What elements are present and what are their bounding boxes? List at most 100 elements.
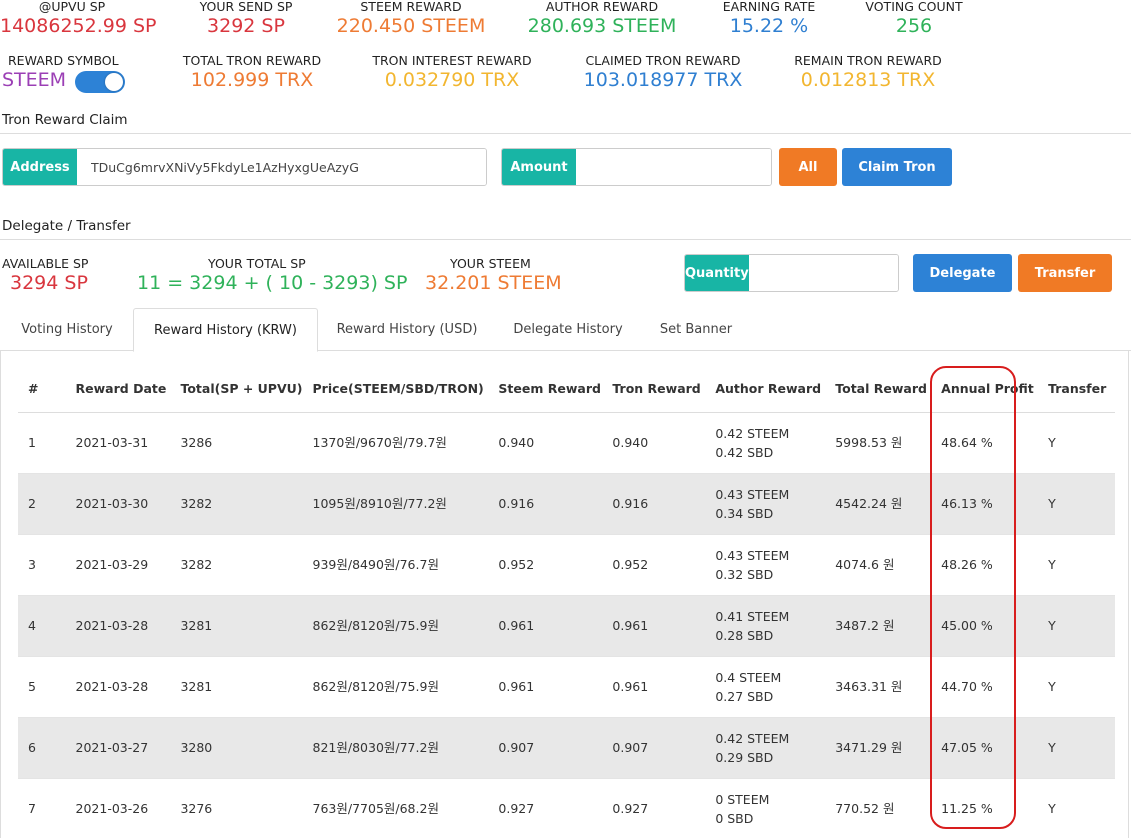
cell-n: 5 <box>18 656 66 718</box>
cell-transfer: Y <box>1038 412 1115 474</box>
stat-label: REWARD SYMBOL <box>8 53 119 68</box>
stat-label: CLAIMED TRON REWARD <box>585 53 741 68</box>
toggle-knob <box>105 72 124 91</box>
author-steem: 0.43 STEEM <box>715 547 790 563</box>
cell-tron: 0.940 <box>602 412 706 474</box>
cell-total: 3281 <box>170 595 303 657</box>
stat-total-tron-reward: TOTAL TRON REWARD 102.999 TRX <box>172 54 332 92</box>
transfer-button[interactable]: Transfer <box>1018 254 1112 292</box>
stat-label: VOTING COUNT <box>865 0 963 14</box>
tab-set-banner[interactable]: Set Banner <box>646 308 746 351</box>
stat-author-reward: AUTHOR REWARD 280.693 STEEM <box>524 0 680 38</box>
stat-label: EARNING RATE <box>722 0 816 14</box>
quantity-input-group: Quantity <box>684 254 899 292</box>
cell-total-reward: 770.52 원 <box>825 778 932 838</box>
amount-input[interactable] <box>576 149 771 185</box>
stat-value: 0.012813 TRX <box>800 69 936 91</box>
all-button[interactable]: All <box>779 148 837 186</box>
cell-author: 0.42 STEEM 0.42 SBD <box>705 412 826 474</box>
col-header: Tron Reward <box>602 366 706 413</box>
col-header: Reward Date <box>65 366 171 413</box>
col-header: # <box>18 366 66 413</box>
cell-author: 0.43 STEEM 0.32 SBD <box>705 534 826 596</box>
claim-tron-button[interactable]: Claim Tron <box>842 148 952 186</box>
cell-steem: 0.916 <box>488 473 603 535</box>
table-row: 5 2021-03-28 3281 862원/8120원/75.9원 0.961 0.96… <box>18 656 1115 718</box>
reward-symbol-toggle[interactable] <box>75 70 126 93</box>
cell-tron: 0.961 <box>602 656 706 718</box>
cell-author: 0.42 STEEM 0.29 SBD <box>705 717 826 779</box>
tab-voting-history[interactable]: Voting History <box>2 308 132 351</box>
cell-annual: 45.00 % <box>931 595 1039 657</box>
cell-total: 3281 <box>170 656 303 718</box>
cell-author: 0.43 STEEM 0.34 SBD <box>705 473 826 535</box>
table-row: 4 2021-03-28 3281 862원/8120원/75.9원 0.961 0.96… <box>18 595 1115 657</box>
stat-label: YOUR SEND SP <box>199 0 293 14</box>
author-sbd: 0.28 SBD <box>715 627 774 643</box>
stat-tron-interest-reward: TRON INTEREST REWARD 0.032790 TRX <box>364 54 540 92</box>
cell-n: 2 <box>18 473 66 535</box>
cell-price: 821원/8030원/77.2원 <box>302 717 489 779</box>
cell-tron: 0.907 <box>602 717 706 779</box>
stat-label: STEEM REWARD <box>360 0 462 14</box>
cell-date: 2021-03-28 <box>65 656 171 718</box>
cell-n: 1 <box>18 412 66 474</box>
tab-reward-history-krw[interactable]: Reward History (KRW) <box>133 308 318 352</box>
author-steem: 0.43 STEEM <box>715 486 790 502</box>
amount-label: Amount <box>502 149 576 185</box>
author-sbd: 0 SBD <box>715 810 754 826</box>
cell-steem: 0.907 <box>488 717 603 779</box>
cell-annual: 47.05 % <box>931 717 1039 779</box>
divider <box>0 239 1131 240</box>
stat-earning-rate: EARNING RATE 15.22 % <box>712 0 826 38</box>
amount-input-group: Amount <box>501 148 772 186</box>
quantity-input[interactable] <box>748 255 898 291</box>
stat-value: 3292 SP <box>207 15 285 37</box>
table-header-row: # Reward Date Total(SP + UPVU) Price(STE… <box>18 366 1115 413</box>
stat-value: 256 <box>895 15 933 37</box>
table-row: 6 2021-03-27 3280 821원/8030원/77.2원 0.907 0.90… <box>18 717 1115 779</box>
tab-reward-history-usd[interactable]: Reward History (USD) <box>322 308 492 351</box>
col-header: Price(STEEM/SBD/TRON) <box>302 366 489 413</box>
cell-annual: 48.26 % <box>931 534 1039 596</box>
cell-author: 0.41 STEEM 0.28 SBD <box>705 595 826 657</box>
cell-tron: 0.916 <box>602 473 706 535</box>
author-sbd: 0.34 SBD <box>715 505 774 521</box>
author-sbd: 0.42 SBD <box>715 444 774 460</box>
stat-value: 14086252.99 SP <box>0 15 157 37</box>
cell-total-reward: 4074.6 원 <box>825 534 932 596</box>
stat-reward-symbol: REWARD SYMBOL STEEM <box>2 54 136 93</box>
author-sbd: 0.29 SBD <box>715 749 774 765</box>
author-steem: 0.41 STEEM <box>715 608 790 624</box>
your-steem-label: YOUR STEEM <box>450 256 531 271</box>
reward-symbol-value: STEEM <box>2 69 67 91</box>
author-steem: 0 STEEM <box>715 791 770 807</box>
cell-annual: 44.70 % <box>931 656 1039 718</box>
history-tabs: Voting History Reward History (KRW) Rewa… <box>0 308 1131 352</box>
cell-transfer: Y <box>1038 717 1115 779</box>
cell-transfer: Y <box>1038 595 1115 657</box>
stat-claimed-tron-reward: CLAIMED TRON REWARD 103.018977 TRX <box>574 54 752 92</box>
cell-total: 3282 <box>170 473 303 535</box>
cell-price: 862원/8120원/75.9원 <box>302 595 489 657</box>
cell-transfer: Y <box>1038 656 1115 718</box>
cell-annual: 48.64 % <box>931 412 1039 474</box>
delegate-button[interactable]: Delegate <box>913 254 1012 292</box>
stat-label: AUTHOR REWARD <box>545 0 659 14</box>
cell-total-reward: 3471.29 원 <box>825 717 932 779</box>
cell-total: 3282 <box>170 534 303 596</box>
col-header: Total Reward <box>825 366 932 413</box>
cell-steem: 0.940 <box>488 412 603 474</box>
cell-total-reward: 3487.2 원 <box>825 595 932 657</box>
cell-total: 3276 <box>170 778 303 838</box>
address-input[interactable] <box>77 149 486 185</box>
cell-steem: 0.961 <box>488 656 603 718</box>
cell-transfer: Y <box>1038 534 1115 596</box>
cell-n: 3 <box>18 534 66 596</box>
stat-voting-count: VOTING COUNT 256 <box>856 0 972 38</box>
tab-delegate-history[interactable]: Delegate History <box>498 308 638 351</box>
cell-tron: 0.961 <box>602 595 706 657</box>
col-header: Total(SP + UPVU) <box>170 366 303 413</box>
stat-value: 103.018977 TRX <box>583 69 743 91</box>
author-sbd: 0.32 SBD <box>715 566 774 582</box>
